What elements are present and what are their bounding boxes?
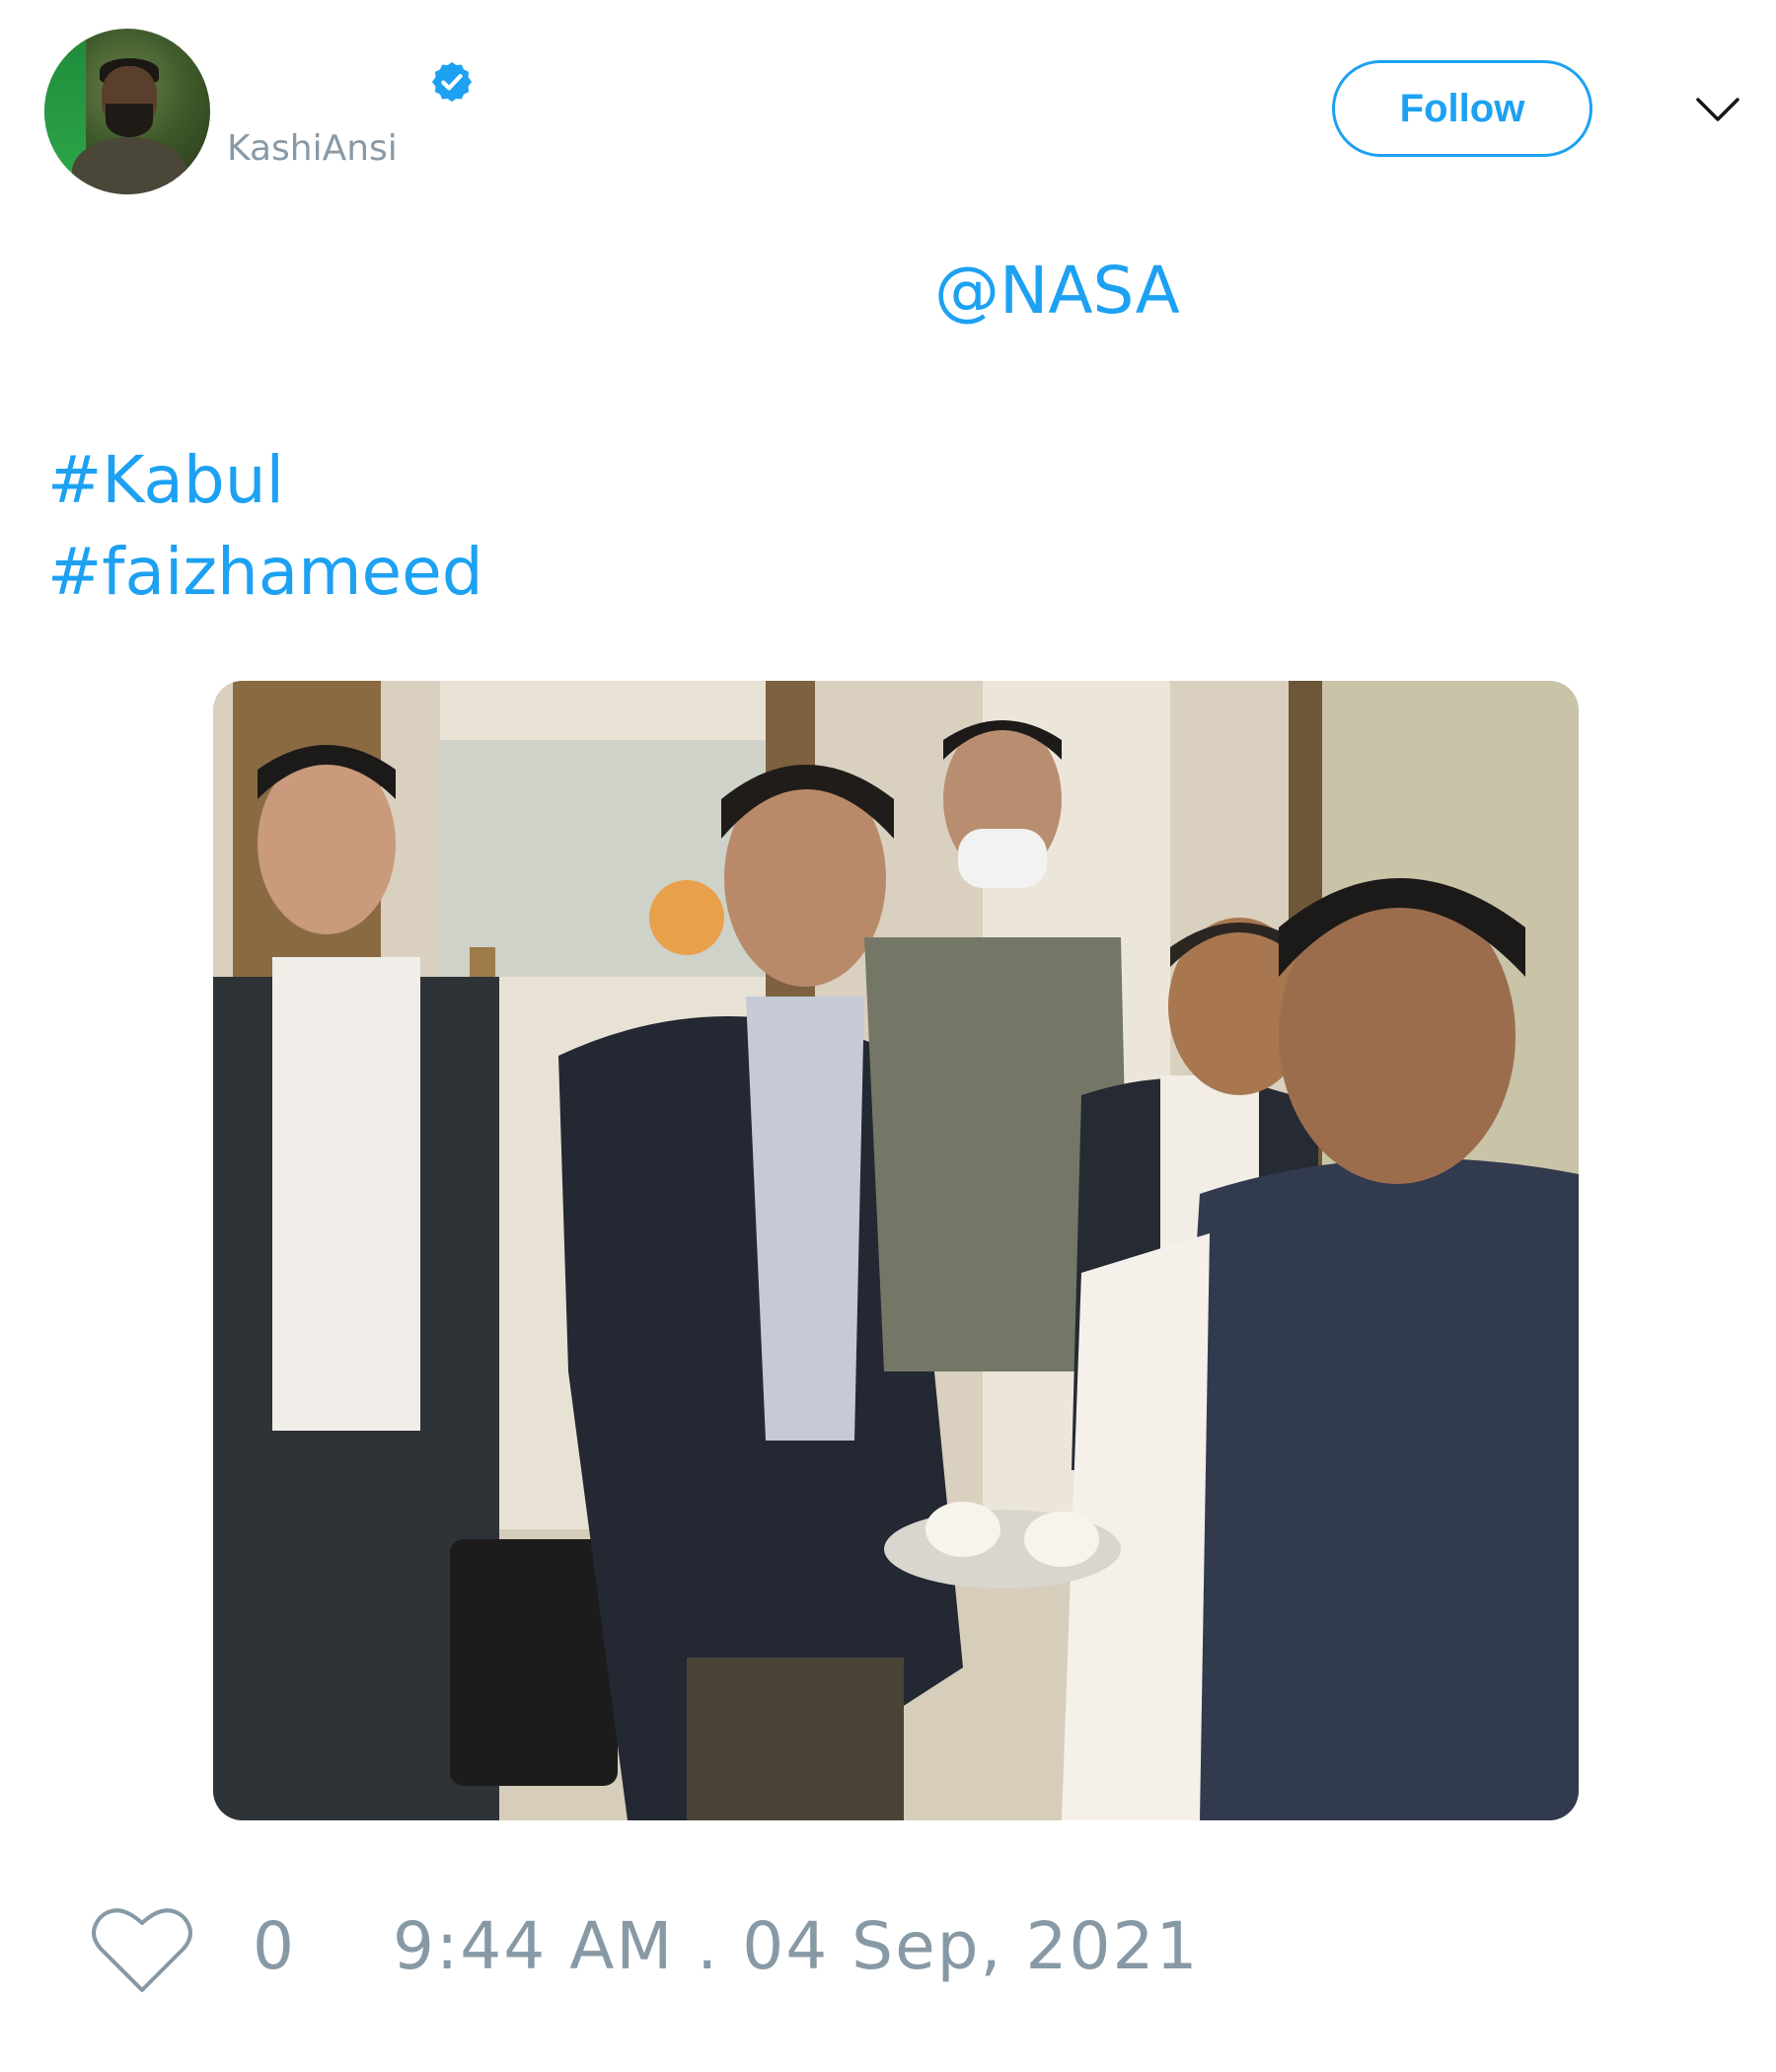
heart-icon[interactable] — [89, 1901, 195, 1996]
hashtag-link[interactable]: #Kabul — [47, 442, 284, 518]
mention-link[interactable]: @NASA — [934, 253, 1180, 329]
user-avatar[interactable] — [44, 29, 210, 194]
tweet-timestamp[interactable]: 9:44 AM . 04 Sep, 2021 — [393, 1908, 1200, 1984]
avatar-beard — [106, 104, 153, 137]
photo-scene — [213, 681, 1579, 1820]
verified-badge-icon — [431, 61, 473, 103]
tweet-photo[interactable] — [213, 681, 1579, 1820]
user-handle[interactable]: KashiAnsi — [227, 128, 398, 169]
chevron-down-icon[interactable] — [1695, 95, 1740, 124]
hashtag-link[interactable]: #faizhameed — [47, 534, 483, 610]
follow-button[interactable]: Follow — [1332, 60, 1592, 157]
like-count: 0 — [253, 1908, 294, 1984]
avatar-shirt — [72, 137, 186, 194]
